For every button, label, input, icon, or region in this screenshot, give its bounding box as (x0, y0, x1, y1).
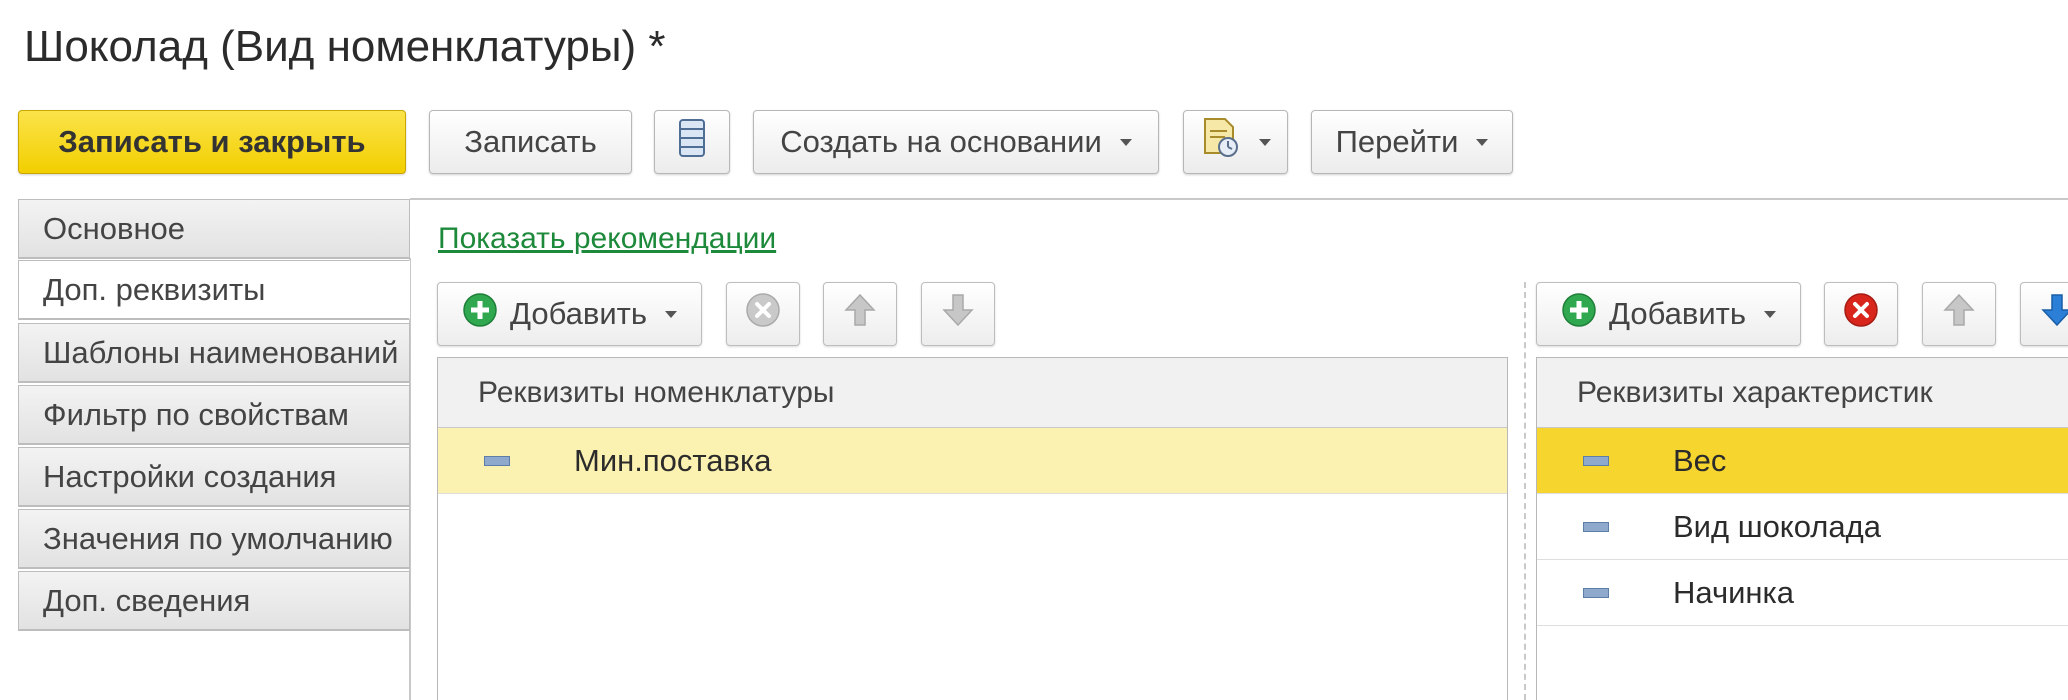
delete-icon (745, 292, 781, 336)
left-add-button[interactable]: Добавить (437, 282, 702, 346)
right-delete-button[interactable] (1824, 282, 1898, 346)
right-move-up-button[interactable] (1922, 282, 1996, 346)
go-to-button[interactable]: Перейти (1311, 110, 1513, 174)
column-header[interactable]: Реквизиты характеристик (1537, 358, 2068, 428)
go-to-label: Перейти (1335, 124, 1459, 159)
show-recommendations-link[interactable]: Показать рекомендации (438, 222, 776, 256)
column-header-label: Реквизиты номенклатуры (478, 375, 835, 409)
tab-property-filter[interactable]: Фильтр по свойствам (18, 385, 410, 445)
column-header[interactable]: Реквизиты номенклатуры (438, 358, 1507, 428)
list-icon (678, 118, 706, 166)
table-row[interactable]: Вид шоколада (1537, 494, 2068, 560)
nomenclature-attributes-table: Реквизиты номенклатуры Мин.поставка (437, 357, 1508, 700)
list-menu-button[interactable] (654, 110, 730, 174)
arrow-up-icon (1943, 292, 1975, 336)
attribute-icon (1583, 521, 1609, 532)
tab-additional-attributes[interactable]: Доп. реквизиты (18, 260, 410, 320)
row-label: Мин.поставка (574, 442, 772, 478)
tab-label: Основное (43, 210, 186, 246)
chevron-down-icon (665, 310, 677, 318)
tab-label: Значения по умолчанию (43, 520, 393, 556)
row-label: Вид шоколада (1673, 508, 1881, 544)
right-add-label: Добавить (1608, 296, 1746, 331)
column-header-label: Реквизиты характеристик (1577, 375, 1933, 409)
table-row[interactable]: Начинка (1537, 560, 2068, 626)
page-title: Шоколад (Вид номенклатуры) * (24, 22, 666, 71)
left-add-label: Добавить (509, 296, 647, 331)
tab-label: Фильтр по свойствам (43, 396, 349, 432)
tab-label: Шаблоны наименований (43, 334, 399, 370)
tab-label: Доп. реквизиты (43, 271, 266, 307)
tab-label: Доп. сведения (43, 582, 251, 618)
panel-splitter[interactable] (1524, 282, 1526, 700)
save-and-close-label: Записать и закрыть (58, 124, 366, 159)
arrow-down-icon (2041, 292, 2068, 336)
left-move-down-button[interactable] (921, 282, 995, 346)
tab-name-templates[interactable]: Шаблоны наименований (18, 323, 410, 383)
row-label: Вес (1673, 442, 1727, 478)
right-move-down-button[interactable] (2020, 282, 2068, 346)
row-label: Начинка (1673, 574, 1795, 610)
save-button[interactable]: Записать (429, 110, 632, 174)
create-based-on-button[interactable]: Создать на основании (753, 110, 1159, 174)
arrow-up-icon (844, 292, 876, 336)
tab-additional-info[interactable]: Доп. сведения (18, 571, 410, 631)
save-and-close-button[interactable]: Записать и закрыть (18, 110, 406, 174)
chevron-down-icon (1764, 310, 1776, 318)
table-row[interactable]: Мин.поставка (438, 428, 1507, 494)
tab-default-values[interactable]: Значения по умолчанию (18, 509, 410, 569)
arrow-down-icon (942, 292, 974, 336)
left-move-up-button[interactable] (823, 282, 897, 346)
save-label: Записать (464, 124, 597, 159)
right-add-button[interactable]: Добавить (1536, 282, 1801, 346)
chevron-down-icon (1476, 138, 1489, 146)
content-top-border (410, 198, 2068, 200)
tab-main[interactable]: Основное (18, 199, 410, 259)
delete-icon (1843, 292, 1879, 336)
chevron-down-icon (1119, 138, 1132, 146)
report-icon (1201, 117, 1241, 167)
characteristic-attributes-table: Реквизиты характеристик Вес Вид шоколада… (1536, 357, 2068, 700)
chevron-down-icon (1258, 138, 1271, 146)
tab-label: Настройки создания (43, 458, 337, 494)
create-based-on-label: Создать на основании (780, 124, 1102, 159)
plus-circle-icon (1561, 292, 1597, 336)
attribute-icon (1583, 455, 1609, 466)
table-row[interactable]: Вес (1537, 428, 2068, 494)
left-delete-button[interactable] (726, 282, 800, 346)
reports-button[interactable] (1183, 110, 1288, 174)
attribute-icon (1583, 587, 1609, 598)
tab-creation-settings[interactable]: Настройки создания (18, 447, 410, 507)
plus-circle-icon (462, 292, 498, 336)
attribute-icon (484, 455, 510, 466)
